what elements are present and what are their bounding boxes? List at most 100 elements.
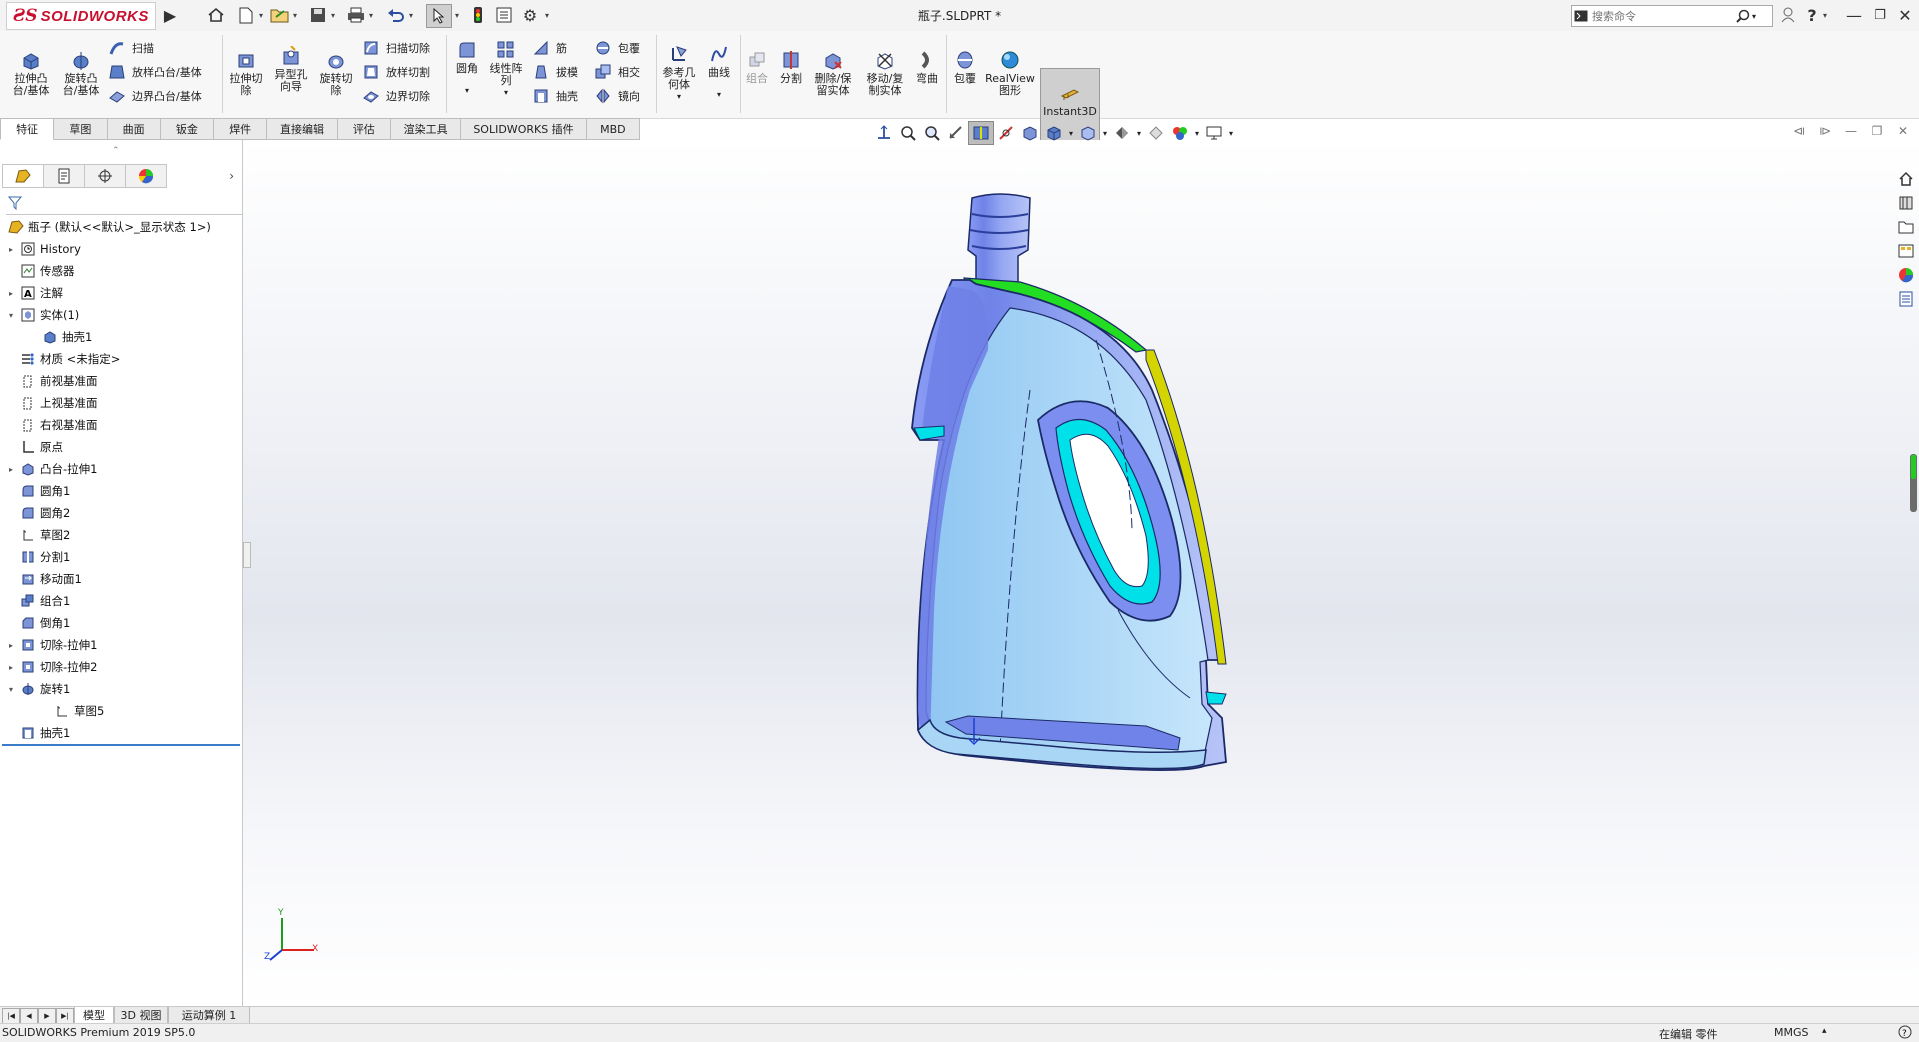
- appearances-scenes-icon[interactable]: [1895, 264, 1917, 286]
- revolve-boss-button[interactable]: 旋转凸 台/基体: [60, 49, 102, 97]
- revolve-cut-button[interactable]: 旋转切 除: [316, 49, 356, 97]
- tree-item-sensors[interactable]: 传感器: [6, 262, 75, 280]
- tree-item-top-plane[interactable]: 上视基准面: [6, 394, 98, 412]
- configuration-manager-tab[interactable]: [84, 164, 126, 188]
- monitor-dropdown-icon[interactable]: ▾: [1226, 122, 1236, 144]
- design-library-icon[interactable]: [1895, 192, 1917, 214]
- custom-properties-icon[interactable]: [1895, 288, 1917, 310]
- dynamic-annotation-icon[interactable]: [994, 122, 1018, 144]
- edit-appearance-icon[interactable]: [1110, 122, 1134, 144]
- tile-left-icon[interactable]: ⧏: [1786, 124, 1812, 138]
- hide-show-dropdown-icon[interactable]: ▾: [1100, 122, 1110, 144]
- tab-mbd[interactable]: MBD: [586, 118, 640, 140]
- tab-model[interactable]: 模型: [74, 1007, 114, 1024]
- new-dropdown-icon[interactable]: ▾: [256, 4, 266, 26]
- view-palette-icon[interactable]: [1895, 240, 1917, 262]
- property-manager-tab[interactable]: [43, 164, 85, 188]
- extrude-cut-button[interactable]: 拉伸切 除: [226, 49, 266, 97]
- minimize-icon[interactable]: —: [1842, 4, 1866, 26]
- shell-button[interactable]: 抽壳: [532, 85, 578, 107]
- tab-sheet-metal[interactable]: 钣金: [160, 118, 215, 140]
- tab-sketch[interactable]: 草图: [54, 118, 108, 140]
- display-manager-tab[interactable]: [125, 164, 167, 188]
- save-icon[interactable]: [306, 4, 330, 26]
- new-document-icon[interactable]: [234, 4, 258, 26]
- undo-dropdown-icon[interactable]: ▾: [406, 4, 416, 26]
- realview-button[interactable]: RealView 图形: [984, 49, 1036, 97]
- draft-button[interactable]: 拔模: [532, 61, 578, 83]
- doc-minimize-icon[interactable]: —: [1838, 124, 1864, 138]
- boundary-cut-button[interactable]: 边界切除: [362, 85, 430, 107]
- doc-restore-icon[interactable]: ❐: [1864, 124, 1890, 138]
- mirror-button[interactable]: 镜向: [594, 85, 640, 107]
- sweep-button[interactable]: 扫描: [108, 37, 154, 59]
- tree-item-right-plane[interactable]: 右视基准面: [6, 416, 98, 434]
- tree-item-combine1[interactable]: 组合1: [6, 592, 70, 610]
- first-tab-icon[interactable]: |◀: [2, 1008, 20, 1024]
- tree-item-solid-bodies[interactable]: ▾ 实体(1): [6, 306, 79, 324]
- tab-solidworks-addins[interactable]: SOLIDWORKS 插件: [461, 118, 587, 140]
- section-view-icon[interactable]: [968, 121, 994, 145]
- tree-item-sketch2[interactable]: 草图2: [6, 526, 70, 544]
- tree-item-cut-extrude2[interactable]: ▸ 切除-拉伸2: [6, 658, 97, 676]
- home-icon[interactable]: [204, 4, 228, 26]
- wrap-view-button[interactable]: 包覆: [950, 49, 980, 85]
- filter-icon[interactable]: [7, 196, 23, 213]
- unit-system[interactable]: MMGS: [1774, 1026, 1809, 1039]
- file-properties-icon[interactable]: [492, 4, 516, 26]
- fillet-dropdown-icon[interactable]: ▾: [465, 85, 469, 97]
- linear-pattern-button[interactable]: 线性阵 列 ▾: [488, 39, 524, 99]
- expand-arrow-icon[interactable]: ▸: [6, 663, 16, 672]
- search-input[interactable]: [1590, 8, 1734, 24]
- panel-grip-icon[interactable]: ⌃: [112, 146, 120, 156]
- tree-item-annotations[interactable]: ▸ A 注解: [6, 284, 63, 302]
- user-account-icon[interactable]: [1776, 4, 1800, 26]
- fillet-button[interactable]: 圆角 ▾: [450, 39, 484, 97]
- close-icon[interactable]: ✕: [1893, 4, 1917, 26]
- zoom-to-fit-icon[interactable]: [896, 122, 920, 144]
- options-dropdown-icon[interactable]: ▾: [542, 4, 552, 26]
- wrap-button[interactable]: 包覆: [594, 37, 640, 59]
- view-orientation-cube-icon[interactable]: [1018, 122, 1042, 144]
- view-settings-icon[interactable]: [1168, 122, 1192, 144]
- hide-show-items-icon[interactable]: [1076, 122, 1100, 144]
- tree-item-history[interactable]: ▸ History: [6, 240, 81, 258]
- select-dropdown-icon[interactable]: ▾: [452, 4, 462, 26]
- expand-arrow-icon[interactable]: ▸: [6, 289, 16, 298]
- split-button[interactable]: 分割: [776, 49, 806, 85]
- solidworks-logo[interactable]: ƧS SOLIDWORKS: [6, 2, 156, 30]
- last-tab-icon[interactable]: ▶|: [56, 1008, 74, 1024]
- feature-manager-tab[interactable]: [2, 164, 44, 188]
- extrude-boss-button[interactable]: 拉伸凸 台/基体: [10, 49, 52, 97]
- file-explorer-icon[interactable]: [1895, 216, 1917, 238]
- rebuild-traffic-light-icon[interactable]: [466, 4, 490, 26]
- tree-item-body-shell1[interactable]: 抽壳1: [38, 328, 92, 346]
- zoom-to-area-icon[interactable]: [920, 122, 944, 144]
- print-icon[interactable]: [344, 4, 368, 26]
- solidworks-resources-icon[interactable]: [1895, 168, 1917, 190]
- tab-evaluate[interactable]: 评估: [337, 118, 391, 140]
- open-dropdown-icon[interactable]: ▾: [290, 4, 300, 26]
- lofted-cut-button[interactable]: 放样切割: [362, 61, 430, 83]
- help-dropdown-icon[interactable]: ▾: [1820, 4, 1830, 26]
- doc-close-icon[interactable]: ✕: [1890, 124, 1916, 138]
- curves-dropdown-icon[interactable]: ▾: [717, 89, 721, 101]
- expand-arrow-icon[interactable]: ▸: [6, 245, 16, 254]
- tab-render-tools[interactable]: 渲染工具: [390, 118, 462, 140]
- delete-keep-body-button[interactable]: 删除/保 留实体: [810, 49, 856, 97]
- previous-view-icon[interactable]: [944, 122, 968, 144]
- reference-geometry-button[interactable]: 参考几 何体 ▾: [660, 43, 698, 103]
- panel-splitter-handle[interactable]: [243, 542, 251, 568]
- tile-right-icon[interactable]: ⧐: [1812, 124, 1838, 138]
- rollback-bar[interactable]: [2, 744, 240, 746]
- rib-button[interactable]: 筋: [532, 37, 567, 59]
- pattern-dropdown-icon[interactable]: ▾: [504, 87, 508, 99]
- bottle-model[interactable]: [860, 190, 1300, 930]
- collapse-arrow-icon[interactable]: ▾: [6, 311, 16, 320]
- move-copy-body-button[interactable]: 移动/复 制实体: [862, 49, 908, 97]
- display-style-icon[interactable]: [1042, 122, 1066, 144]
- tree-item-origin[interactable]: 原点: [6, 438, 63, 456]
- intersect-button[interactable]: 相交: [594, 61, 640, 83]
- tab-weldments[interactable]: 焊件: [214, 118, 268, 140]
- options-gear-icon[interactable]: ⚙: [518, 4, 542, 26]
